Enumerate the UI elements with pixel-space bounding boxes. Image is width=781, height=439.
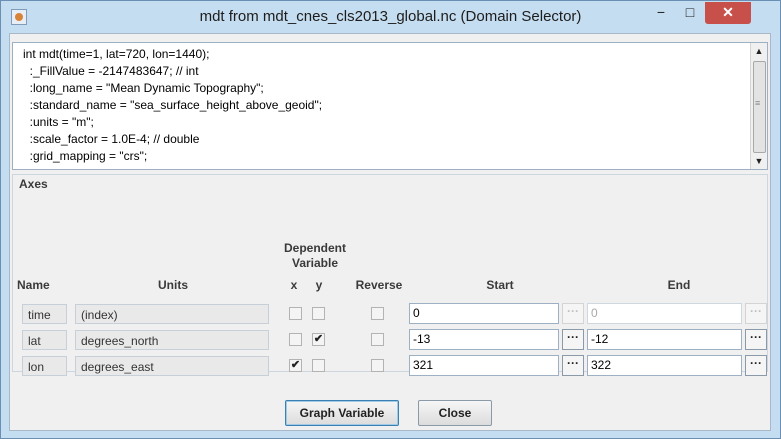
axis-name-time: time (22, 304, 67, 324)
reverse-checkbox-lat[interactable] (371, 333, 384, 346)
end-picker-button-lon[interactable]: ··· (745, 355, 767, 376)
dependent-header-line1: Dependent (283, 241, 346, 255)
graph-variable-button[interactable]: Graph Variable (285, 400, 399, 426)
reverse-header: Reverse (355, 278, 403, 292)
minimize-button[interactable]: − (648, 2, 674, 24)
start-field-lat[interactable]: -13 (409, 329, 559, 350)
end-field-time[interactable]: 0 (587, 303, 742, 324)
axis-units-time: (index) (75, 304, 269, 324)
end-picker-button-lat[interactable]: ··· (745, 329, 767, 350)
info-line: :standard_name = "sea_surface_height_abo… (23, 98, 323, 112)
end-field-lat[interactable]: -12 (587, 329, 742, 350)
start-field-lon[interactable]: 321 (409, 355, 559, 376)
info-line: :units = "m"; (23, 115, 94, 129)
x-checkbox-time[interactable] (289, 307, 302, 320)
x-checkbox-lat[interactable] (289, 333, 302, 346)
info-line: :grid_mapping = "crs"; (23, 149, 148, 163)
scroll-thumb[interactable] (753, 61, 766, 153)
dependent-header-line2: Variable (291, 256, 339, 270)
maximize-button[interactable]: □ (677, 2, 703, 24)
y-header: y (315, 278, 323, 292)
axis-units-lon: degrees_east (75, 356, 269, 376)
y-checkbox-lat[interactable]: ✔ (312, 333, 325, 346)
x-checkbox-lon[interactable]: ✔ (289, 359, 302, 372)
info-scrollbar[interactable]: ▲ ▼ (750, 43, 767, 169)
axis-name-lon: lon (22, 356, 67, 376)
y-checkbox-time[interactable] (312, 307, 325, 320)
info-line: :long_name = "Mean Dynamic Topography"; (23, 81, 264, 95)
reverse-checkbox-lon[interactable] (371, 359, 384, 372)
axes-title: Axes (19, 177, 48, 191)
info-line: :_FillValue = -2147483647; // int (23, 64, 199, 78)
scroll-up-icon[interactable]: ▲ (751, 43, 767, 59)
axes-panel: Axes Dependent Variable Name Units x y R… (12, 174, 768, 376)
close-window-button[interactable]: ✕ (705, 2, 751, 24)
scroll-down-icon[interactable]: ▼ (751, 153, 767, 169)
end-field-lon[interactable]: 322 (587, 355, 742, 376)
y-checkbox-lon[interactable] (312, 359, 325, 372)
axis-name-lat: lat (22, 330, 67, 350)
start-header: Start (486, 278, 514, 292)
start-picker-button-time[interactable]: ··· (562, 303, 584, 324)
info-line: int mdt(time=1, lat=720, lon=1440); (23, 47, 210, 61)
start-picker-button-lat[interactable]: ··· (562, 329, 584, 350)
end-header: End (667, 278, 691, 292)
title-bar[interactable]: mdt from mdt_cnes_cls2013_global.nc (Dom… (1, 1, 780, 33)
variable-info-text: int mdt(time=1, lat=720, lon=1440); :_Fi… (23, 46, 748, 165)
close-button[interactable]: Close (418, 400, 492, 426)
end-picker-button-time[interactable]: ··· (745, 303, 767, 324)
start-field-time[interactable]: 0 (409, 303, 559, 324)
axis-units-lat: degrees_north (75, 330, 269, 350)
x-header: x (290, 278, 298, 292)
info-line: :scale_factor = 1.0E-4; // double (23, 132, 200, 146)
dialog-content: int mdt(time=1, lat=720, lon=1440); :_Fi… (9, 33, 771, 431)
reverse-checkbox-time[interactable] (371, 307, 384, 320)
start-picker-button-lon[interactable]: ··· (562, 355, 584, 376)
units-header: Units (158, 278, 188, 292)
name-header: Name (17, 278, 50, 292)
domain-selector-window: mdt from mdt_cnes_cls2013_global.nc (Dom… (0, 0, 781, 439)
variable-info-textarea[interactable]: int mdt(time=1, lat=720, lon=1440); :_Fi… (12, 42, 768, 170)
